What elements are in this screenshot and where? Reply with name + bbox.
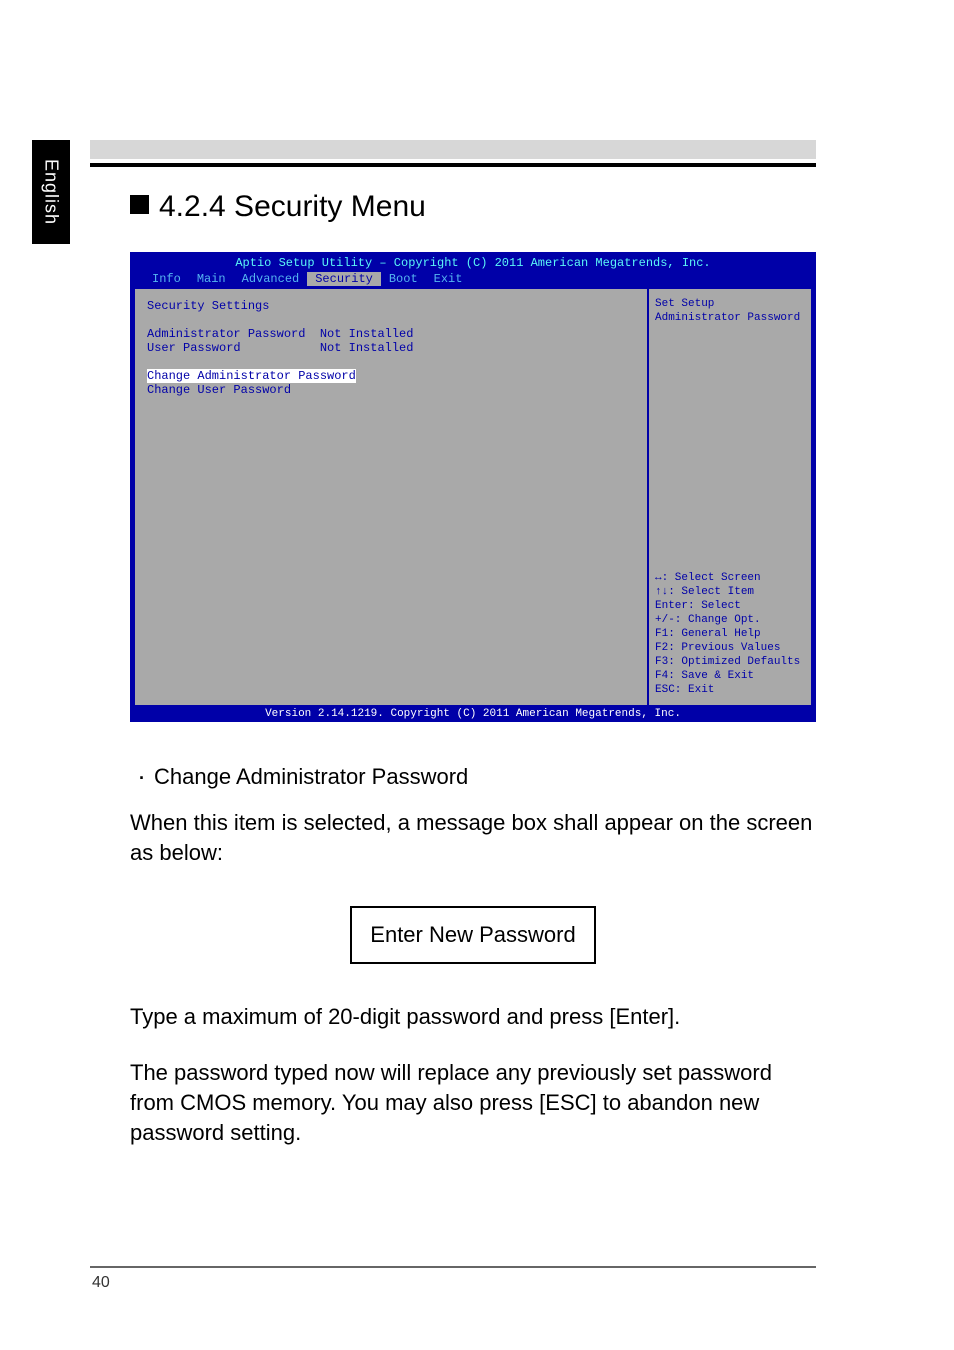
page-number: 40 (92, 1274, 110, 1292)
bios-row-value: Not Installed (320, 327, 414, 341)
bios-left-panel: Security Settings Administrator Password… (134, 288, 648, 706)
bios-row-label: Administrator Password (147, 327, 305, 341)
content-body: 4.2.4 Security Menu Aptio Setup Utility … (130, 190, 816, 1174)
bios-row-label: User Password (147, 341, 241, 355)
paragraph: When this item is selected, a message bo… (130, 808, 816, 868)
header-rule (90, 140, 816, 159)
paragraph: The password typed now will replace any … (130, 1058, 816, 1148)
bios-key-line: ↑↓: Select Item (655, 585, 805, 599)
bios-row-value: Not Installed (320, 341, 414, 355)
enter-password-box: Enter New Password (350, 906, 595, 964)
box-wrapper: Enter New Password (130, 894, 816, 1002)
bios-menu-bar: Info Main Advanced Security Boot Exit (130, 270, 816, 290)
bios-action-change-admin-pw[interactable]: Change Administrator Password (147, 369, 635, 383)
paragraph: Type a maximum of 20-digit password and … (130, 1002, 816, 1032)
language-tab-label: English (41, 159, 62, 225)
bios-key-line: ↔: Select Screen (655, 571, 805, 585)
section-heading-text: 4.2.4 Security Menu (159, 190, 426, 223)
bios-key-line: F2: Previous Values (655, 641, 805, 655)
bios-footer: Version 2.14.1219. Copyright (C) 2011 Am… (130, 706, 816, 722)
bios-row: User Password Not Installed (147, 341, 635, 355)
bullet-dot-icon: · (130, 767, 154, 789)
bios-tab-main[interactable]: Main (189, 272, 234, 286)
bios-key-line: F1: General Help (655, 627, 805, 641)
bios-key-line: F4: Save & Exit (655, 669, 805, 683)
bios-action-change-user-pw[interactable]: Change User Password (147, 383, 635, 397)
bios-key-help: ↔: Select Screen ↑↓: Select Item Enter: … (655, 571, 805, 697)
language-tab: English (32, 140, 70, 244)
bios-key-line: +/-: Change Opt. (655, 613, 805, 627)
bios-panels: Security Settings Administrator Password… (134, 288, 812, 706)
bios-row: Administrator Password Not Installed (147, 327, 635, 341)
bios-key-line: F3: Optimized Defaults (655, 655, 805, 669)
bios-key-line: Enter: Select (655, 599, 805, 613)
bios-right-panel: Set Setup Administrator Password ↔: Sele… (648, 288, 812, 706)
bios-tab-advanced[interactable]: Advanced (234, 272, 308, 286)
bios-help-text: Set Setup Administrator Password (655, 297, 805, 325)
bios-key-line: ESC: Exit (655, 683, 805, 697)
page: English 4.2.4 Security Menu Aptio Setup … (0, 0, 954, 1350)
bios-title: Aptio Setup Utility – Copyright (C) 2011… (130, 252, 816, 270)
section-heading: 4.2.4 Security Menu (130, 190, 816, 224)
bios-tab-exit[interactable]: Exit (426, 272, 471, 286)
bios-section-label: Security Settings (147, 299, 635, 313)
bios-tab-security[interactable]: Security (307, 272, 381, 286)
bios-tab-info[interactable]: Info (144, 272, 189, 286)
bios-screenshot: Aptio Setup Utility – Copyright (C) 2011… (130, 252, 816, 722)
square-bullet-icon (130, 195, 149, 214)
bullet-item: · Change Administrator Password (130, 764, 816, 790)
bullet-text: Change Administrator Password (154, 764, 468, 790)
footer-rule (90, 1266, 816, 1268)
bios-tab-boot[interactable]: Boot (381, 272, 426, 286)
header-rule-accent (90, 163, 816, 167)
